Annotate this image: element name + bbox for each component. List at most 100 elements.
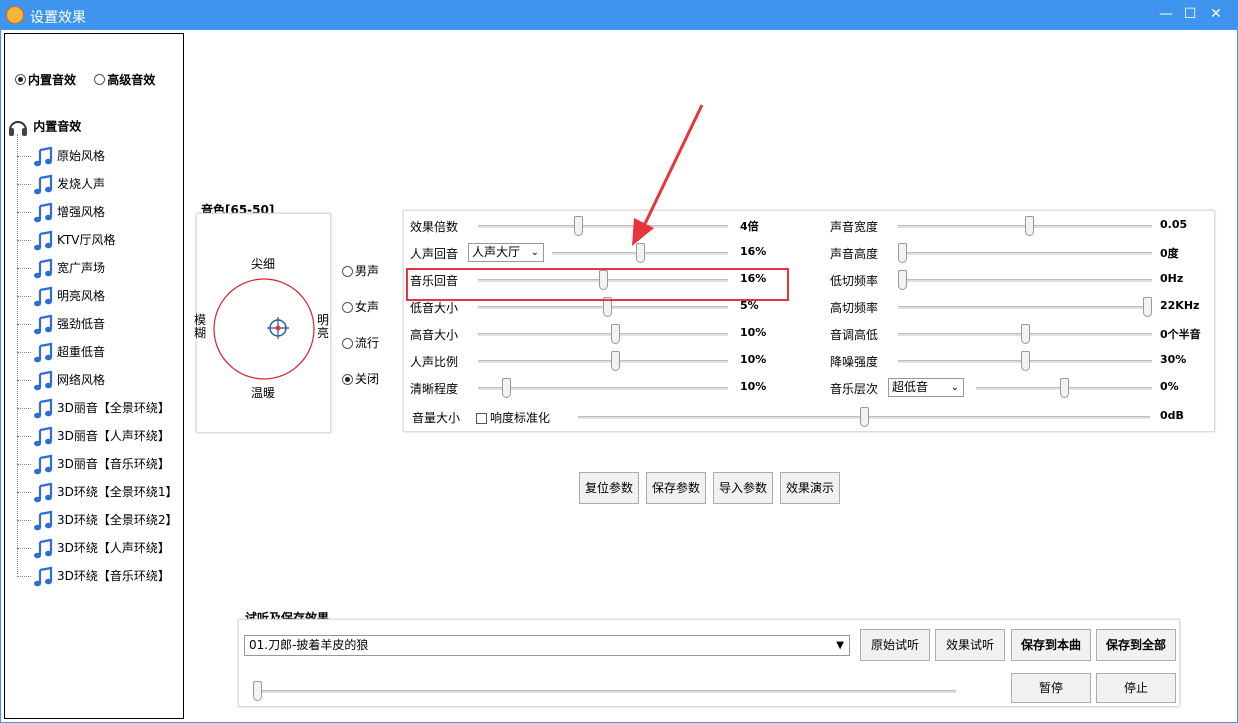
save-params-button[interactable]: 保存参数 [646,472,706,504]
param-value: 0Hz [1160,272,1184,285]
advanced-radio[interactable] [94,74,106,85]
preset-item[interactable]: 明亮风格 [17,282,182,310]
param-value: 10% [740,353,767,366]
preset-item-label: 超重低音 [57,345,106,359]
volume-slider-thumb[interactable] [859,407,869,427]
preset-item[interactable]: KTV厅风格 [17,226,182,254]
preset-item[interactable]: 3D丽音【全景环绕】 [17,394,182,422]
music-note-icon [34,454,53,474]
param-row: 清晰程度 10% [404,376,794,400]
off-radio[interactable] [342,374,353,385]
off-label[interactable]: 关闭 [355,372,379,386]
param-slider-thumb[interactable] [574,216,584,236]
male-label[interactable]: 男声 [355,264,379,278]
save-to-all-button[interactable]: 保存到全部 [1096,629,1176,661]
param-label: 高音大小 [410,328,459,342]
param-slider-track[interactable] [898,306,1152,309]
loudness-checkbox-label[interactable]: 响度标准化 [490,411,550,425]
param-value: 0个半音 [1160,328,1201,341]
preset-item-label: 强劲低音 [57,317,106,331]
import-params-button[interactable]: 导入参数 [713,472,773,504]
minimize-icon[interactable]: — [1154,4,1178,24]
preset-item[interactable]: 3D环绕【音乐环绕】 [17,562,182,590]
builtin-radio[interactable] [15,74,26,85]
female-label[interactable]: 女声 [355,300,379,314]
pop-label[interactable]: 流行 [355,336,379,350]
preset-item[interactable]: 3D环绕【全景环绕1】 [17,478,182,506]
pop-radio[interactable] [342,338,353,349]
param-label: 降噪强度 [830,355,879,369]
original-preview-button[interactable]: 原始试听 [860,629,930,661]
effect-demo-button[interactable]: 效果演示 [780,472,840,504]
music-note-icon [34,314,53,334]
music-note-icon [34,370,53,390]
param-slider-thumb[interactable] [1059,378,1069,398]
advanced-radio-label[interactable]: 高级音效 [107,73,155,87]
param-slider-thumb[interactable] [610,351,620,371]
param-slider-thumb[interactable] [610,324,620,344]
param-slider-thumb[interactable] [898,270,907,290]
pause-button[interactable]: 暂停 [1011,673,1091,703]
preset-item[interactable]: 3D环绕【全景环绕2】 [17,506,182,534]
param-slider-track[interactable] [898,252,1152,255]
tree-root[interactable]: 内置音效 [7,116,81,138]
male-radio[interactable] [342,266,353,277]
tree-root-label: 内置音效 [33,119,82,134]
maximize-icon[interactable]: ☐ [1178,4,1202,24]
param-slider-thumb[interactable] [1020,351,1030,371]
close-icon[interactable]: ✕ [1204,4,1228,24]
female-radio[interactable] [342,302,353,313]
music-note-icon [34,146,53,166]
param-row: 音调高低 0个半音 [824,322,1214,346]
param-slider-track[interactable] [478,387,728,390]
tone-pad[interactable]: 尖细 温暖 模糊 明亮 [194,213,331,433]
preset-item[interactable]: 网络风格 [17,366,182,394]
effect-preview-button[interactable]: 效果试听 [935,629,1005,661]
param-slider-thumb[interactable] [1025,216,1035,236]
preset-item[interactable]: 原始风格 [17,142,182,170]
builtin-radio-label[interactable]: 内置音效 [28,73,76,87]
playback-progress-track[interactable] [253,690,956,693]
preset-item[interactable]: 3D环绕【人声环绕】 [17,534,182,562]
preset-item[interactable]: 发烧人声 [17,170,182,198]
param-slider-track[interactable] [478,333,728,336]
param-label: 高切频率 [830,301,879,315]
param-value: 0% [1160,380,1179,393]
preset-item[interactable]: 3D丽音【人声环绕】 [17,422,182,450]
music-note-icon [34,202,53,222]
preset-item[interactable]: 超重低音 [17,338,182,366]
param-label: 效果倍数 [410,220,459,234]
preset-item-label: 宽广声场 [57,261,106,275]
save-to-song-button[interactable]: 保存到本曲 [1011,629,1091,661]
preset-item-label: 3D丽音【人声环绕】 [57,429,170,443]
preset-item[interactable]: 宽广声场 [17,254,182,282]
stop-button[interactable]: 停止 [1096,673,1176,703]
param-label: 低音大小 [410,301,459,315]
param-slider-thumb[interactable] [502,378,512,398]
loudness-normalize[interactable]: 响度标准化 [476,409,550,426]
music-layer-select[interactable]: 超低音 ⌄ [888,378,964,397]
param-row: 高音大小 10% [404,322,794,346]
playback-progress-thumb[interactable] [253,681,262,701]
preset-item[interactable]: 3D丽音【音乐环绕】 [17,450,182,478]
preset-item-label: 明亮风格 [57,289,106,303]
tone-circle [213,278,315,380]
preset-item[interactable]: 强劲低音 [17,310,182,338]
param-slider-thumb[interactable] [898,243,907,263]
loudness-checkbox[interactable] [476,413,487,424]
param-slider-track[interactable] [478,360,728,363]
reset-params-button[interactable]: 复位参数 [579,472,639,504]
echo-type-select[interactable]: 人声大厅 ⌄ [468,243,544,262]
title-bar: 设置效果 — ☐ ✕ [0,0,1238,30]
preset-item-label: 原始风格 [57,149,106,163]
param-label: 音乐层次 [830,382,879,396]
param-slider-thumb[interactable] [1020,324,1030,344]
preset-item-label: 3D丽音【音乐环绕】 [57,457,170,471]
volume-value: 0dB [1160,409,1184,422]
preset-item[interactable]: 增强风格 [17,198,182,226]
param-slider-thumb[interactable] [1143,297,1152,317]
song-select[interactable]: 01.刀郎-披着羊皮的狼 ▼ [244,635,850,656]
song-select-value: 01.刀郎-披着羊皮的狼 [249,638,369,652]
param-value: 10% [740,380,767,393]
param-slider-track[interactable] [898,279,1152,282]
